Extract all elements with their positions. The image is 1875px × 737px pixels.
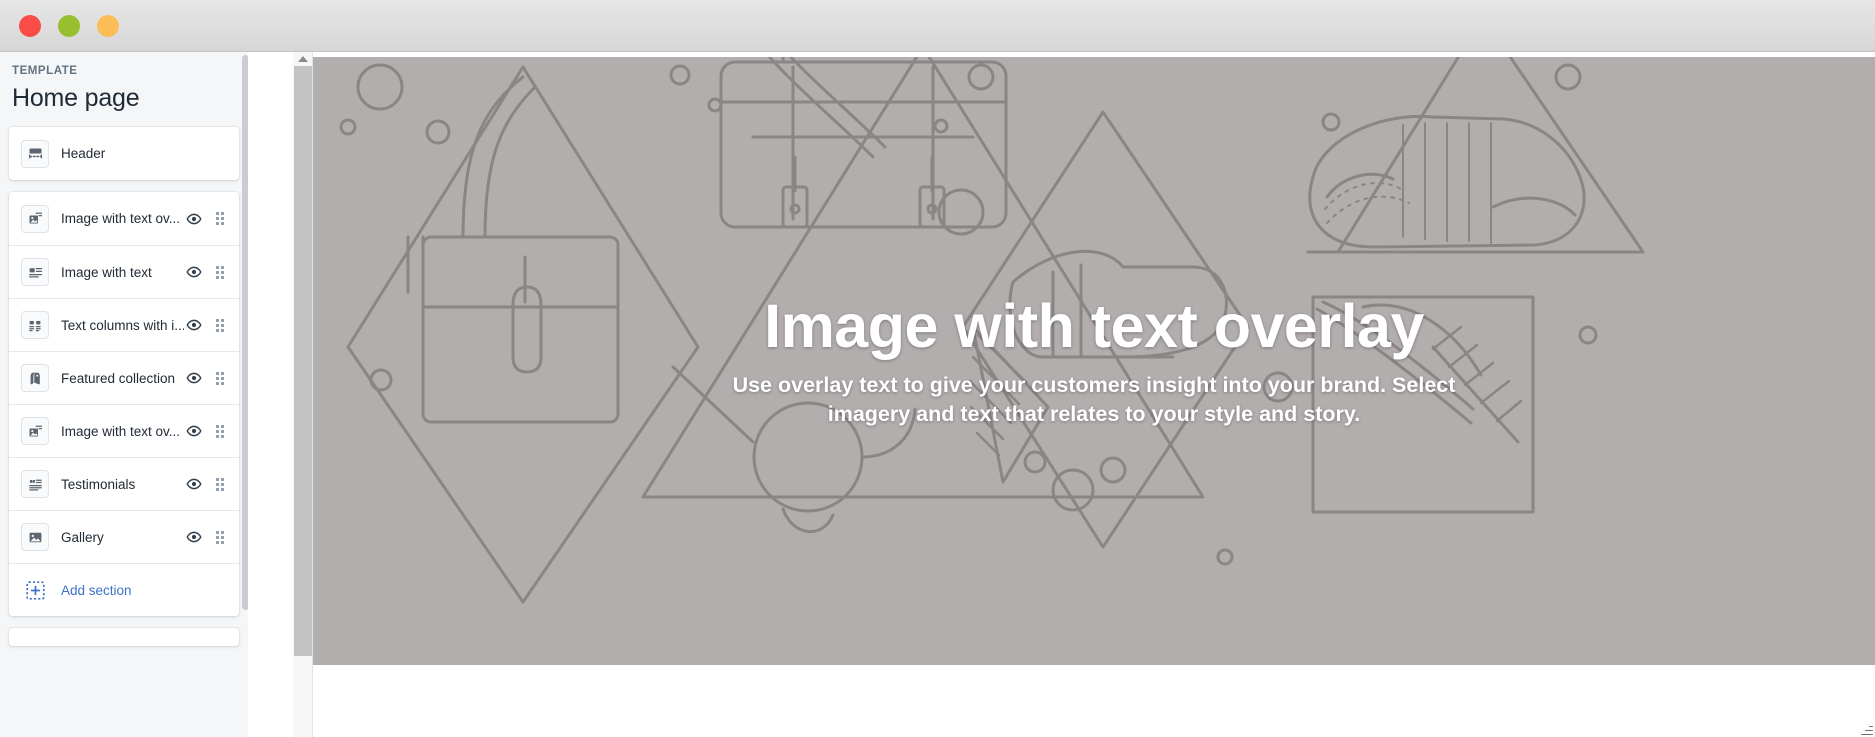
drag-handle-icon[interactable] — [213, 209, 227, 229]
add-section-button[interactable]: Add section — [9, 563, 239, 616]
traffic-light-group — [19, 14, 119, 37]
window-titlebar — [0, 0, 1875, 52]
image-with-text-icon — [21, 258, 49, 286]
gallery-image-icon — [21, 523, 49, 551]
sidebar-item-text-columns-with-images[interactable]: Text columns with i... — [9, 298, 239, 351]
store-preview[interactable]: Image with text overlay Use overlay text… — [313, 52, 1875, 737]
sidebar-item-label: Header — [61, 146, 106, 161]
text-columns-with-images-icon — [21, 311, 49, 339]
drag-handle-icon[interactable] — [213, 315, 227, 335]
template-kicker: TEMPLATE — [12, 65, 78, 77]
minimize-button[interactable] — [58, 14, 80, 37]
hero-body: Use overlay text to give your customers … — [732, 372, 1456, 426]
drag-handle-icon[interactable] — [213, 527, 227, 547]
zoom-button[interactable] — [97, 14, 119, 37]
sidebar-item-label: Gallery — [61, 529, 104, 545]
sidebar-item-image-with-text-overlay-1[interactable]: Image with text ov... — [9, 192, 239, 245]
sidebar-item-featured-collection[interactable]: Featured collection — [9, 351, 239, 404]
image-with-text-overlay-icon — [21, 204, 49, 233]
sidebar-item-testimonials[interactable]: Testimonials — [9, 457, 239, 510]
close-button[interactable] — [19, 14, 41, 37]
preview-scrollbar[interactable] — [293, 52, 313, 737]
window-resize-grip[interactable] — [1860, 722, 1873, 735]
image-with-text-overlay-icon — [21, 417, 49, 445]
hero-image-with-text-overlay[interactable]: Image with text overlay Use overlay text… — [313, 57, 1875, 665]
next-card-partial — [9, 628, 239, 646]
add-section-plus-icon — [21, 576, 49, 604]
sidebar-item-label: Featured collection — [61, 370, 176, 386]
drag-handle-icon[interactable] — [213, 368, 227, 388]
sidebar-item-label: Testimonials — [61, 476, 136, 492]
sidebar-item-label: Image with text ov... — [61, 211, 181, 226]
eye-icon[interactable] — [184, 315, 204, 335]
sections-sidebar: TEMPLATE Home page Header Image with tex… — [0, 52, 248, 737]
sidebar-item-label: Text columns with i... — [61, 317, 184, 333]
scroll-up-arrow-icon[interactable] — [298, 56, 308, 62]
hero-text-block: Image with text overlay Use overlay text… — [313, 57, 1875, 665]
header-layout-icon — [21, 139, 49, 168]
eye-icon[interactable] — [184, 474, 204, 494]
drag-handle-icon[interactable] — [213, 421, 227, 441]
add-section-label: Add section — [61, 582, 132, 598]
theme-editor-window: TEMPLATE Home page Header Image with tex… — [0, 0, 1875, 737]
eye-icon[interactable] — [184, 368, 204, 388]
drag-handle-icon[interactable] — [213, 262, 227, 282]
eye-icon[interactable] — [184, 527, 204, 547]
hero-heading: Image with text overlay — [764, 291, 1424, 360]
eye-icon[interactable] — [184, 421, 204, 441]
header-section-card: Header — [9, 127, 239, 180]
sidebar-item-image-with-text[interactable]: Image with text — [9, 245, 239, 298]
eye-icon[interactable] — [184, 209, 204, 229]
page-title: Home page — [12, 84, 140, 112]
sidebar-item-image-with-text-overlay-2[interactable]: Image with text ov... — [9, 404, 239, 457]
sidebar-item-label: Image with text ov... — [61, 423, 181, 439]
quote-icon — [21, 470, 49, 498]
tag-icon — [21, 364, 49, 392]
drag-handle-icon[interactable] — [213, 474, 227, 494]
pane-divider — [248, 52, 293, 737]
sidebar-item-header[interactable]: Header — [9, 127, 239, 180]
sidebar-item-label: Image with text — [61, 264, 152, 280]
eye-icon[interactable] — [184, 262, 204, 282]
preview-scrollbar-thumb[interactable] — [294, 66, 312, 656]
sidebar-item-gallery[interactable]: Gallery — [9, 510, 239, 563]
sections-list-card: Image with text ov... Image with text Te… — [9, 192, 239, 616]
